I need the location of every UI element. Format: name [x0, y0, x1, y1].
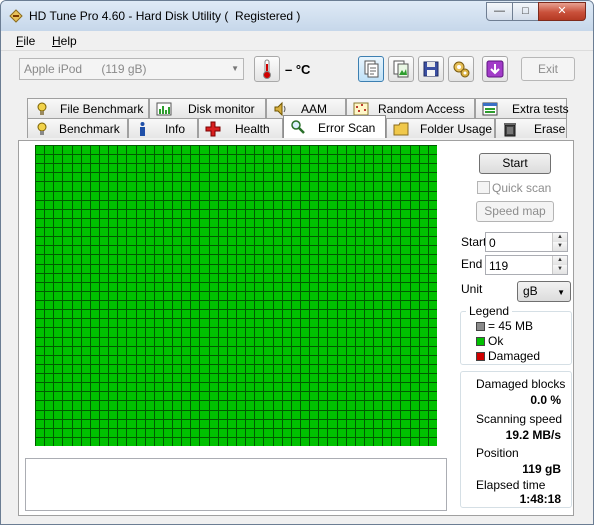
tab-info[interactable]: Info [128, 118, 198, 138]
benchmark-icon [37, 122, 47, 135]
tab-folder-usage[interactable]: Folder Usage [386, 118, 495, 138]
tab-extra-tests[interactable]: Extra tests [475, 98, 569, 118]
temperature-readout: – °C [285, 62, 311, 77]
tab-error-scan[interactable]: Error Scan [283, 115, 386, 138]
stepper-up-icon[interactable]: ▲ [552, 256, 567, 265]
tab-file-benchmark[interactable]: File Benchmark [27, 98, 149, 118]
damaged-blocks-label: Damaged blocks [476, 377, 566, 391]
info-icon [140, 122, 145, 136]
thermometer-icon [263, 59, 271, 79]
copy-screenshot-icon [393, 60, 409, 78]
file-benchmark-icon [37, 102, 47, 115]
start-scan-button[interactable]: Start [479, 153, 551, 174]
position-value: 119 gB [522, 462, 561, 476]
chevron-down-icon: ▼ [557, 288, 565, 297]
extra-tests-icon [482, 102, 498, 116]
legend-swatch-ok [476, 337, 485, 346]
disk-monitor-icon [156, 102, 172, 116]
exit-button[interactable]: Exit [521, 57, 575, 81]
position-label: Position [476, 446, 519, 460]
stepper-down-icon[interactable]: ▼ [552, 265, 567, 274]
elapsed-time-label: Elapsed time [476, 478, 546, 492]
client-area: Apple iPod (119 gB) ▼ – °C Exit File Ben… [1, 51, 593, 524]
legend-label-damaged: Damaged [488, 349, 541, 363]
download-button[interactable] [482, 56, 508, 82]
tab-erase[interactable]: Erase [495, 118, 567, 138]
start-range-stepper[interactable]: 0 ▲ ▼ [485, 232, 568, 252]
copy-text-icon [364, 60, 379, 78]
drive-name: Apple iPod [24, 62, 83, 76]
minimize-icon: — [494, 5, 505, 17]
legend-label-ok: Ok [488, 334, 504, 348]
scan-log[interactable] [25, 458, 447, 511]
end-range-label: End [461, 257, 483, 271]
minimize-button[interactable]: — [486, 2, 513, 21]
app-window: HD Tune Pro 4.60 - Hard Disk Utility ( R… [0, 0, 594, 525]
damaged-blocks-value: 0.0 % [530, 393, 561, 407]
hdtune-app-icon [9, 9, 23, 23]
trash-icon [504, 123, 516, 137]
unit-select[interactable]: gB ▼ [517, 281, 571, 302]
quick-scan-checkbox[interactable] [477, 181, 490, 194]
end-range-stepper[interactable]: 119 ▲ ▼ [485, 255, 568, 275]
window-title: HD Tune Pro 4.60 - Hard Disk Utility ( R… [29, 9, 301, 23]
options-button[interactable] [448, 56, 474, 82]
copy-text-button[interactable] [358, 56, 384, 82]
stepper-down-icon[interactable]: ▼ [552, 242, 567, 251]
magnifier-icon [291, 120, 305, 134]
download-icon [486, 60, 504, 78]
maximize-icon: □ [522, 5, 529, 17]
legend-swatch-damaged [476, 352, 485, 361]
scanning-speed-label: Scanning speed [476, 412, 563, 426]
start-range-label: Start [461, 235, 487, 249]
scanning-speed-value: 19.2 MB/s [505, 428, 561, 442]
tab-health[interactable]: Health [198, 118, 283, 138]
error-scan-panel: Start Quick scan Speed map Start 0 ▲ ▼ E… [18, 140, 574, 516]
stepper-up-icon[interactable]: ▲ [552, 233, 567, 242]
maximize-button[interactable]: □ [512, 2, 539, 21]
close-icon: ✕ [557, 5, 567, 17]
options-icon [453, 61, 470, 78]
menu-file[interactable]: File [16, 34, 35, 48]
unit-label: Unit [461, 282, 483, 296]
save-button[interactable] [418, 56, 444, 82]
tab-disk-monitor[interactable]: Disk monitor [149, 98, 266, 118]
legend-title: Legend [466, 304, 513, 318]
drive-select[interactable]: Apple iPod (119 gB) ▼ [19, 58, 244, 80]
scan-stats-box: Damaged blocks 0.0 % Scanning speed 19.2… [460, 371, 572, 508]
scan-map [35, 145, 438, 449]
folder-icon [393, 122, 409, 136]
chevron-down-icon: ▼ [231, 64, 239, 73]
menu-bar: File Help [1, 31, 593, 51]
drive-size: (119 gB) [101, 62, 147, 76]
save-icon [423, 61, 439, 77]
menu-help[interactable]: Help [52, 34, 77, 48]
speed-map-button[interactable]: Speed map [476, 201, 554, 222]
legend-swatch-block-size [476, 322, 485, 331]
legend-label-block-size: = 45 MB [488, 319, 534, 333]
tab-benchmark[interactable]: Benchmark [27, 118, 128, 138]
elapsed-time-value: 1:48:18 [519, 492, 561, 506]
copy-screenshot-button[interactable] [388, 56, 414, 82]
health-cross-icon [205, 121, 221, 137]
temperature-button[interactable] [254, 56, 280, 82]
quick-scan-label: Quick scan [492, 181, 552, 195]
close-button[interactable]: ✕ [538, 2, 586, 21]
title-bar[interactable]: HD Tune Pro 4.60 - Hard Disk Utility ( R… [1, 1, 593, 31]
legend-box: Legend = 45 MB Ok Damaged [460, 304, 572, 365]
scan-map-grid [35, 145, 438, 447]
